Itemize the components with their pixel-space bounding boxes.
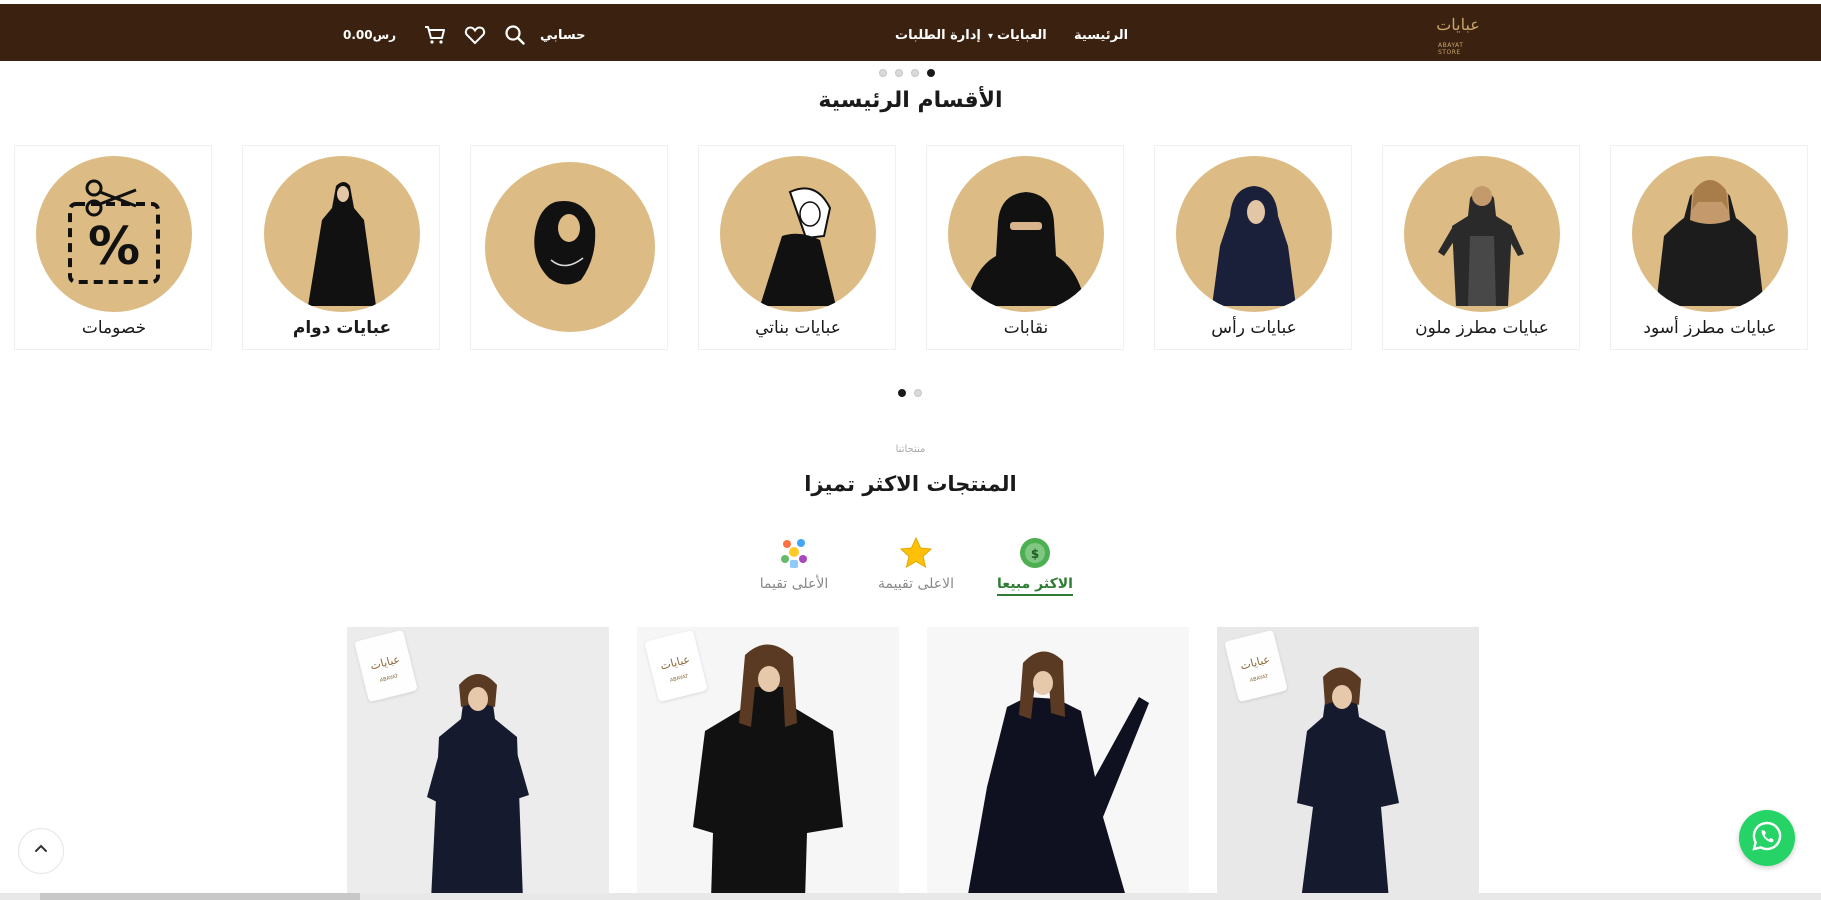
- nav-abayas[interactable]: العبايات▾: [988, 28, 1047, 43]
- product-image: [967, 651, 1149, 900]
- cart-total[interactable]: رس0.00: [343, 28, 396, 42]
- back-to-top-button[interactable]: [18, 828, 64, 874]
- category-card[interactable]: نقابات: [926, 145, 1124, 350]
- logo-glyph: عبايات: [1436, 15, 1480, 34]
- category-card[interactable]: عبايات مطرز ملون: [1382, 145, 1580, 350]
- hero-slider-dots: [879, 69, 935, 77]
- discount-icon: %: [36, 156, 192, 312]
- slider-dot[interactable]: [879, 69, 887, 77]
- category-card[interactable]: [470, 145, 668, 350]
- category-label: عبايات بناتي: [755, 318, 841, 338]
- category-card[interactable]: عبايات رأس: [1154, 145, 1352, 350]
- whatsapp-icon: [1751, 820, 1783, 856]
- slider-dot[interactable]: [914, 389, 922, 397]
- nav-abayas-label: العبايات: [997, 28, 1047, 43]
- nav-home[interactable]: الرئيسية: [1074, 28, 1128, 43]
- star-icon: [899, 536, 933, 570]
- category-card[interactable]: % خصومات: [14, 145, 212, 350]
- nav-manage-orders[interactable]: إدارة الطلبات: [895, 28, 981, 43]
- slider-dot[interactable]: [895, 69, 903, 77]
- slider-dot-active[interactable]: [898, 389, 906, 397]
- site-logo[interactable]: عبايات ABAYAT STORE: [1436, 8, 1480, 58]
- cart-icon[interactable]: [423, 23, 447, 47]
- category-label: عبايات مطرز ملون: [1415, 318, 1549, 338]
- category-card[interactable]: عبايات بناتي: [698, 145, 896, 350]
- category-card[interactable]: عبايات دوام: [242, 145, 440, 350]
- heart-icon[interactable]: [463, 23, 487, 47]
- tab-label: الاعلى تقييمة: [877, 576, 954, 592]
- svg-text:$: $: [1031, 547, 1039, 561]
- horizontal-scrollbar[interactable]: [0, 893, 1821, 900]
- categories-slider-dots: [898, 389, 922, 397]
- top-navigation-bar: عبايات ABAYAT STORE الرئيسية العبايات▾ إ…: [0, 4, 1821, 61]
- slider-dot-active[interactable]: [927, 69, 935, 77]
- tab-best-selling[interactable]: $ الاكثر مبيعا: [975, 536, 1095, 596]
- category-label: خصومات: [81, 318, 147, 338]
- tab-label: الاكثر مبيعا: [997, 576, 1073, 596]
- logo-subtitle: ABAYAT STORE: [1438, 42, 1464, 56]
- tab-highest-rated[interactable]: الأعلى تقيما: [734, 536, 854, 594]
- slider-dot[interactable]: [911, 69, 919, 77]
- category-card[interactable]: عبايات مطرز أسود: [1610, 145, 1808, 350]
- category-label: نقابات: [1003, 318, 1049, 338]
- featured-kicker: منتجاتنا: [895, 444, 926, 455]
- chevron-up-icon: [33, 841, 49, 861]
- category-label: عبايات دوام: [292, 318, 392, 338]
- category-image: [720, 156, 876, 312]
- category-image: [1176, 156, 1332, 312]
- bestseller-badge-icon: $: [1018, 536, 1052, 570]
- categories-title: الأقسام الرئيسية: [818, 88, 1003, 113]
- account-link[interactable]: حسابي: [540, 28, 586, 43]
- whatsapp-button[interactable]: [1739, 810, 1795, 866]
- product-card[interactable]: عبايات ABAYAT: [1217, 627, 1479, 900]
- category-image: [1404, 156, 1560, 312]
- category-image: [948, 156, 1104, 312]
- product-card[interactable]: [927, 627, 1189, 900]
- svg-text:%: %: [88, 217, 140, 277]
- search-icon[interactable]: [503, 23, 527, 47]
- confetti-icon: [777, 536, 811, 570]
- category-image: [485, 162, 655, 332]
- chevron-down-icon: ▾: [988, 31, 994, 42]
- category-image: [264, 156, 420, 312]
- category-label: عبايات رأس: [1211, 318, 1297, 338]
- featured-title: المنتجات الاكثر تميزا: [804, 472, 1017, 496]
- category-image: [1632, 156, 1788, 312]
- product-card[interactable]: عبايات ABAYAT: [347, 627, 609, 900]
- tab-top-rated[interactable]: الاعلى تقييمة: [856, 536, 976, 594]
- scrollbar-thumb[interactable]: [40, 893, 360, 900]
- product-card[interactable]: عبايات ABAYAT: [637, 627, 899, 900]
- tab-label: الأعلى تقيما: [759, 576, 829, 592]
- category-label: عبايات مطرز أسود: [1643, 318, 1777, 338]
